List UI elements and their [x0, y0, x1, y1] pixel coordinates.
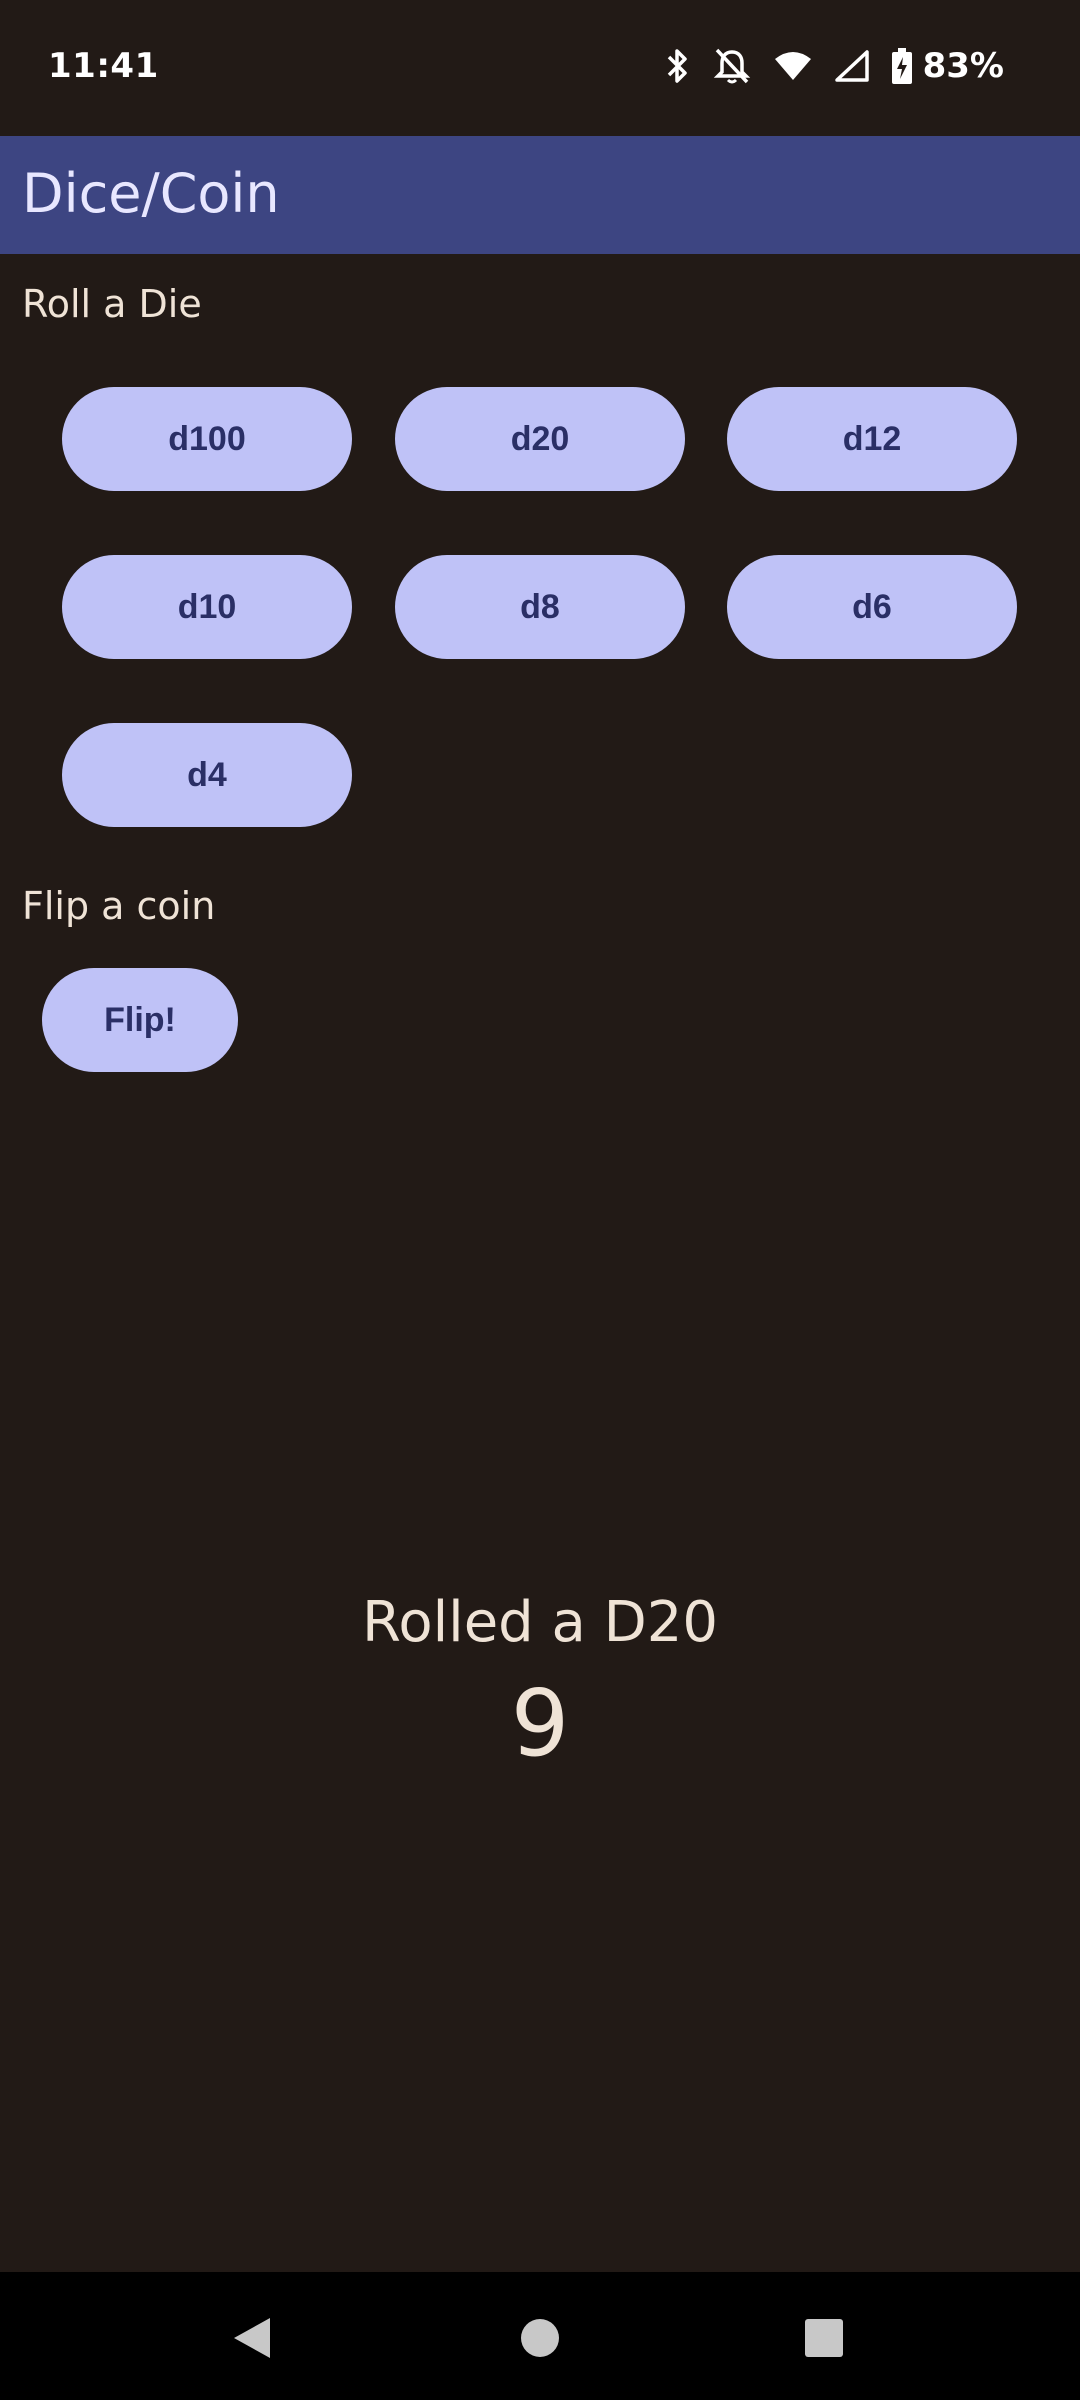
- d6-button[interactable]: d6: [727, 555, 1017, 659]
- roll-die-label: Roll a Die: [22, 282, 202, 326]
- d100-button[interactable]: d100: [62, 387, 352, 491]
- back-icon[interactable]: [230, 2316, 274, 2360]
- bell-off-icon: [713, 46, 751, 86]
- app-title: Dice/Coin: [22, 162, 280, 225]
- nav-bar: [0, 2272, 1080, 2400]
- app-bar: Dice/Coin: [0, 136, 1080, 254]
- d4-button[interactable]: d4: [62, 723, 352, 827]
- status-icons: 83%: [665, 44, 1004, 88]
- status-bar: 11:41 83%: [0, 0, 1080, 136]
- flip-coin-label: Flip a coin: [22, 884, 216, 928]
- status-time: 11:41: [48, 46, 159, 86]
- result-title: Rolled a D20: [361, 1590, 719, 1655]
- result-value: 9: [510, 1670, 570, 1777]
- wifi-icon: [773, 50, 813, 82]
- d10-button[interactable]: d10: [62, 555, 352, 659]
- bluetooth-icon: [665, 47, 691, 85]
- recents-icon[interactable]: [802, 2316, 846, 2360]
- d8-button[interactable]: d8: [395, 555, 685, 659]
- d12-button[interactable]: d12: [727, 387, 1017, 491]
- battery-charging-icon: [891, 47, 913, 85]
- home-icon[interactable]: [518, 2316, 562, 2360]
- signal-icon: [834, 50, 869, 82]
- flip-button[interactable]: Flip!: [42, 968, 238, 1072]
- d20-button[interactable]: d20: [395, 387, 685, 491]
- battery-percent: 83%: [922, 46, 1004, 86]
